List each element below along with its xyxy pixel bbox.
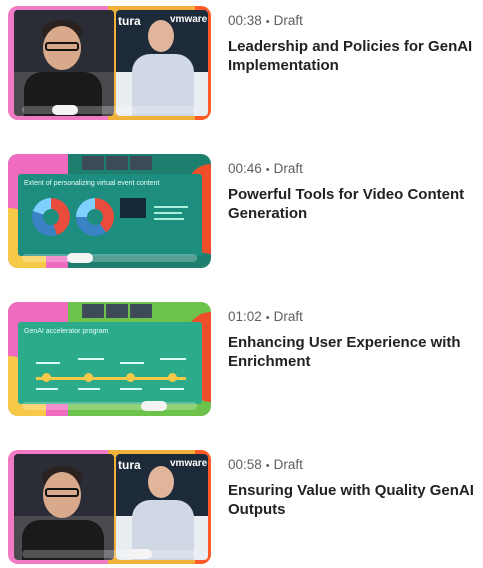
timeline-text — [36, 362, 60, 364]
slide-text-line — [154, 206, 188, 208]
speaker-glasses — [45, 488, 79, 497]
timeline-line — [36, 377, 186, 380]
video-title[interactable]: Enhancing User Experience with Enrichmen… — [228, 333, 480, 371]
speaker-video-right: tura vmware — [116, 454, 208, 560]
slide-heading: Extent of personalizing virtual event co… — [24, 180, 160, 187]
video-thumbnail[interactable]: Extent of personalizing virtual event co… — [8, 154, 211, 268]
timeline-text — [120, 388, 142, 390]
presenter-cam-strip — [82, 304, 152, 318]
separator-dot: • — [265, 16, 270, 28]
duration: 00:58 — [228, 457, 262, 472]
video-meta: 00:46 • Draft Powerful Tools for Video Con… — [228, 160, 480, 223]
thumbnail-scrubber[interactable] — [22, 401, 197, 411]
scrubber-handle[interactable] — [141, 401, 168, 411]
timeline-text — [160, 388, 184, 390]
duration: 00:46 — [228, 161, 262, 176]
video-thumbnail[interactable]: GenAI accelerator program — [8, 302, 211, 416]
duration: 01:02 — [228, 309, 262, 324]
video-meta-line: 01:02 • Draft — [228, 308, 480, 327]
mini-cam — [130, 304, 152, 318]
duration: 00:38 — [228, 13, 262, 28]
video-title[interactable]: Leadership and Policies for GenAI Implem… — [228, 37, 480, 75]
thumbnail-scrubber[interactable] — [22, 549, 197, 559]
timeline-text — [36, 388, 58, 390]
video-meta-line: 00:58 • Draft — [228, 456, 480, 475]
donut-hole — [87, 209, 103, 225]
mini-cam — [130, 156, 152, 170]
status-label: Draft — [273, 13, 303, 28]
timeline-text — [120, 362, 144, 364]
mini-cam — [82, 304, 104, 318]
timeline-dot — [84, 373, 93, 382]
wall-text-right: vmware — [170, 458, 208, 469]
scrubber-handle[interactable] — [51, 105, 78, 115]
video-item[interactable]: GenAI accelerator program 01:02 • Draft En… — [0, 302, 483, 420]
video-item[interactable]: tura vmware 00:58 • Draft Ensuring Value w… — [0, 450, 483, 568]
slide-text-line — [154, 218, 184, 220]
donut-hole — [43, 209, 59, 225]
separator-dot: • — [265, 312, 270, 324]
speaker-video-right: tura vmware — [116, 10, 208, 116]
slide-dark-panel — [120, 198, 146, 218]
speaker-video-left — [14, 454, 114, 560]
status-label: Draft — [273, 309, 303, 324]
video-thumbnail[interactable]: tura vmware — [8, 450, 211, 564]
speaker-glasses — [45, 42, 79, 51]
scrubber-handle[interactable] — [66, 253, 93, 263]
video-thumbnail[interactable]: tura vmware — [8, 6, 211, 120]
mini-cam — [106, 304, 128, 318]
presenter-cam-strip — [82, 156, 152, 170]
timeline-dot — [168, 373, 177, 382]
video-item[interactable]: tura vmware 00:38 • Draft Leadership and P… — [0, 6, 483, 124]
mini-cam — [82, 156, 104, 170]
thumbnail-scrubber[interactable] — [22, 105, 197, 115]
mini-cam — [106, 156, 128, 170]
status-label: Draft — [273, 161, 303, 176]
video-title[interactable]: Ensuring Value with Quality GenAI Output… — [228, 481, 480, 519]
speaker-video-left — [14, 10, 114, 116]
video-meta: 00:58 • Draft Ensuring Value with Quality … — [228, 456, 480, 519]
wall-text-right: vmware — [170, 14, 208, 25]
speaker-face — [148, 466, 174, 498]
wall-text-left: tura — [118, 458, 141, 472]
wall-text-left: tura — [118, 14, 141, 28]
video-meta-line: 00:46 • Draft — [228, 160, 480, 179]
separator-dot: • — [265, 164, 270, 176]
timeline-text — [78, 358, 104, 360]
slide-heading: GenAI accelerator program — [24, 328, 109, 335]
timeline-text — [160, 358, 186, 360]
video-item[interactable]: Extent of personalizing virtual event co… — [0, 154, 483, 272]
video-title[interactable]: Powerful Tools for Video Content Generat… — [228, 185, 480, 223]
status-label: Draft — [273, 457, 303, 472]
separator-dot: • — [265, 460, 270, 472]
video-meta-line: 00:38 • Draft — [228, 12, 480, 31]
scrubber-handle[interactable] — [126, 549, 153, 559]
timeline-text — [78, 388, 100, 390]
slide-text-line — [154, 212, 182, 214]
video-meta: 00:38 • Draft Leadership and Policies for … — [228, 12, 480, 75]
timeline-dot — [42, 373, 51, 382]
speaker-face — [148, 20, 174, 52]
timeline-dot — [126, 373, 135, 382]
thumbnail-scrubber[interactable] — [22, 253, 197, 263]
video-meta: 01:02 • Draft Enhancing User Experience wi… — [228, 308, 480, 371]
